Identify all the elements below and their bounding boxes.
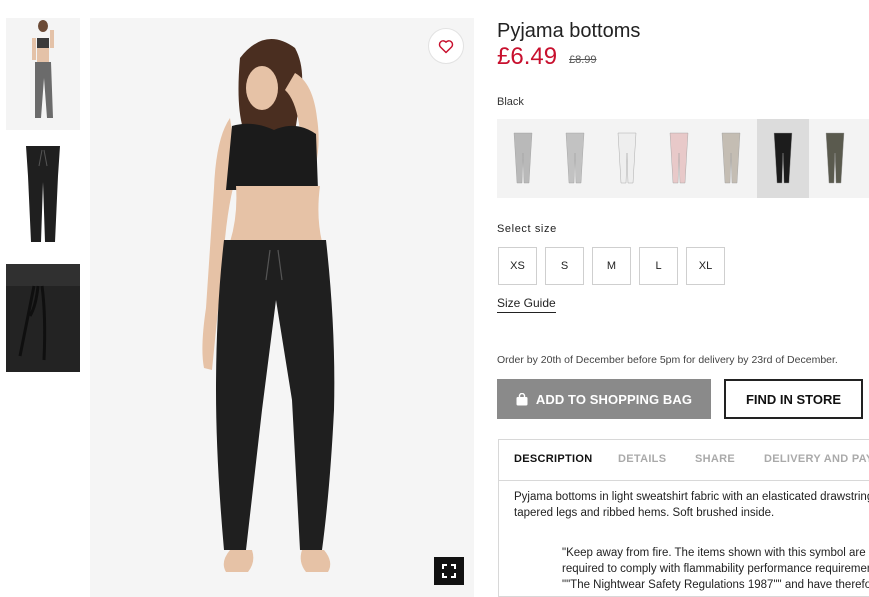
color-swatch-beige-grey[interactable] [705,119,757,198]
warning-line: "Keep away from fire. The items shown wi… [562,547,866,559]
color-swatches [497,119,869,198]
color-swatch-black[interactable] [757,119,809,198]
thumbnail-detail[interactable] [6,264,80,372]
size-option-l[interactable]: L [639,247,678,285]
selected-color-name: Black [497,96,524,108]
size-option-xs[interactable]: XS [498,247,537,285]
color-swatch-dark-khaki[interactable] [809,119,861,198]
tab-description[interactable]: DESCRIPTION [514,453,592,465]
thumbnail-flat[interactable] [6,142,80,248]
safety-warning: "Keep away from fire. The items shown wi… [562,545,869,593]
heart-icon [438,39,454,53]
size-label: Select size [497,223,557,235]
size-guide-link[interactable]: Size Guide [497,296,556,313]
warning-line: required to comply with flammability per… [562,563,869,575]
size-option-s[interactable]: S [545,247,584,285]
description-text: Pyjama bottoms in light sweatshirt fabri… [514,489,869,521]
fullscreen-button[interactable] [434,557,464,585]
find-in-store-button[interactable]: FIND IN STORE [724,379,863,419]
tab-row: DESCRIPTION DETAILS SHARE DELIVERY AND P… [499,440,869,481]
color-swatch-pink[interactable] [653,119,705,198]
product-title: Pyjama bottoms [497,20,641,42]
color-swatch-light-grey[interactable] [497,119,549,198]
fullscreen-icon [442,564,456,578]
thumbnail-model[interactable] [6,18,80,130]
bag-icon [516,392,528,405]
description-line: tapered legs and ribbed hems. Soft brush… [514,507,775,519]
favourite-button[interactable] [428,28,464,64]
tab-share[interactable]: SHARE [695,453,735,465]
add-to-bag-button[interactable]: ADD TO SHOPPING BAG [497,379,711,419]
tab-delivery-payment[interactable]: DELIVERY AND PAYMENT [764,453,869,465]
tab-details[interactable]: DETAILS [618,453,666,465]
product-price: £6.49 [497,43,558,70]
size-option-xl[interactable]: XL [686,247,725,285]
product-old-price: £8.99 [569,54,597,66]
warning-line: ""The Nightwear Safety Regulations 1987"… [562,579,869,591]
color-swatch-grey[interactable] [549,119,601,198]
delivery-note: Order by 20th of December before 5pm for… [497,354,838,366]
main-product-image [90,18,474,597]
color-swatch-white-print[interactable] [601,119,653,198]
product-info-tabs: DESCRIPTION DETAILS SHARE DELIVERY AND P… [498,439,869,597]
description-line: Pyjama bottoms in light sweatshirt fabri… [514,491,869,503]
add-to-bag-label: ADD TO SHOPPING BAG [535,391,693,407]
size-option-m[interactable]: M [592,247,631,285]
